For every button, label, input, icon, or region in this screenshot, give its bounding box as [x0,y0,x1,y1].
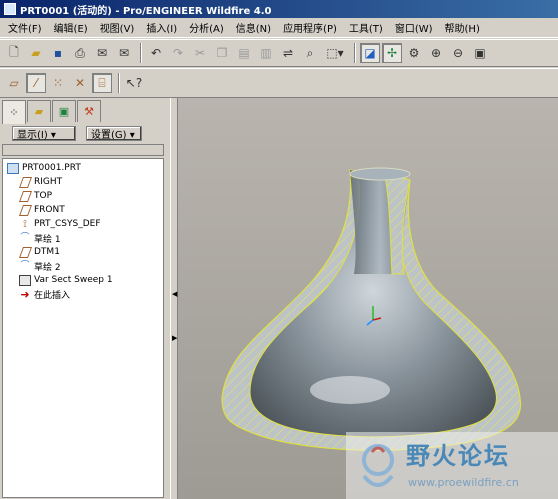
tree-item-dtm1[interactable]: DTM1 [3,245,163,259]
datum-plane-icon [18,204,33,216]
new-file-icon[interactable]: 🗋 [4,43,24,63]
tree-item-label: 草绘 1 [34,234,61,245]
tree-options: 显示(I) ▾ 设置(G) ▾ [4,126,166,142]
menu-help[interactable]: 帮助(H) [439,20,486,35]
paste-icon[interactable]: ▤ [234,43,254,63]
csys-icon: ⟟ [23,218,27,230]
watermark-title: 野火论坛 [406,442,510,470]
tree-item-label: TOP [34,191,53,201]
toolbar-separator [140,43,142,63]
tree-item-csys[interactable]: ⟟ PRT_CSYS_DEF [3,217,163,231]
datum-plane-icon [18,246,33,258]
open-folder-icon[interactable]: ▰ [26,43,46,63]
datum-plane-icon [18,190,33,202]
navigator-tabs: ⁘ ▰ ▣ ⚒ [2,100,102,124]
regenerate-icon[interactable]: ⇌ [278,43,298,63]
zoom-in-icon[interactable]: ⊕ [426,43,446,63]
window-title: PRT0001 (活动的) - Pro/ENGINEER Wildfire 4.… [20,5,272,17]
datum-toolbar: ▱ ⁄ ⁙ ✕ ⌸ ↖? [0,68,558,98]
datum-points-icon[interactable]: ⁙ [48,73,68,93]
part-icon [7,162,19,174]
tree-item-label: PRT0001.PRT [22,163,81,173]
sketch-icon: ⌒ [20,260,30,271]
csys-icon[interactable]: ✕ [70,73,90,93]
print-icon[interactable]: ⎙ [70,43,90,63]
tree-item-front[interactable]: FRONT [3,203,163,217]
tree-item-label: RIGHT [34,177,63,187]
tree-item-label: 草绘 2 [34,262,61,273]
context-help-icon[interactable]: ↖? [124,73,144,93]
redo-icon[interactable]: ↷ [168,43,188,63]
datum-plane-icon [18,176,33,188]
tree-item-part[interactable]: PRT0001.PRT [3,161,163,175]
tree-item-top[interactable]: TOP [3,189,163,203]
model-tree: PRT0001.PRT RIGHT TOP FRONT ⟟ PRT_CSYS_D… [2,158,164,498]
model-tree-tab-icon[interactable]: ⁘ [2,100,26,124]
show-dropdown[interactable]: 显示(I) ▾ [12,126,76,141]
menu-window[interactable]: 窗口(W) [389,20,439,35]
undo-icon[interactable]: ↶ [146,43,166,63]
tree-item-sketch2[interactable]: ⌒ 草绘 2 [3,259,163,273]
panel-splitter[interactable]: ◀ ▶ [170,98,178,499]
send-mail-icon[interactable]: ✉ [92,43,112,63]
cut-icon[interactable]: ✂ [190,43,210,63]
zoom-out-icon[interactable]: ⊖ [448,43,468,63]
settings-dropdown[interactable]: 设置(G) ▾ [86,126,142,141]
folder-browser-tab-icon[interactable]: ▰ [27,100,51,122]
mail-icon[interactable]: ✉ [114,43,134,63]
tree-item-label: 在此插入 [34,290,71,301]
insert-here-icon: ➜ [20,287,30,301]
find-icon[interactable]: ⌕ [300,43,320,63]
menu-bar: 文件(F) 编辑(E) 视图(V) 插入(I) 分析(A) 信息(N) 应用程序… [0,18,558,38]
repaint-icon[interactable]: ◪ [360,43,380,63]
menu-applications[interactable]: 应用程序(P) [277,20,343,35]
tree-filter-strip [2,144,164,156]
menu-insert[interactable]: 插入(I) [140,20,183,35]
toolbar-separator [354,43,356,63]
menu-view[interactable]: 视图(V) [94,20,141,35]
title-bar: PRT0001 (活动的) - Pro/ENGINEER Wildfire 4.… [0,0,558,18]
paste-special-icon[interactable]: ▥ [256,43,276,63]
datum-planes-icon[interactable]: ▱ [4,73,24,93]
tree-item-right[interactable]: RIGHT [3,175,163,189]
tree-item-sketch1[interactable]: ⌒ 草绘 1 [3,231,163,245]
connections-tab-icon[interactable]: ⚒ [77,100,101,122]
annotation-icon[interactable]: ⌸ [92,73,112,93]
main-toolbar: 🗋 ▰ ▪ ⎙ ✉ ✉ ↶ ↷ ✂ ❐ ▤ ▥ ⇌ ⌕ ⬚▾ ◪ ✢ ⚙ ⊕ ⊖… [0,39,558,67]
save-icon[interactable]: ▪ [48,43,68,63]
forum-watermark: 野火论坛 www.proewildfire.cn [346,432,558,499]
tree-item-label: FRONT [34,205,65,215]
specular-highlight [310,376,390,404]
app-icon [4,3,16,15]
forum-logo-icon [362,444,394,487]
copy-icon[interactable]: ❐ [212,43,232,63]
menu-analysis[interactable]: 分析(A) [183,20,230,35]
sketch-icon: ⌒ [20,232,30,243]
toolbar-separator [118,73,120,93]
menu-file[interactable]: 文件(F) [2,20,48,35]
tree-item-label: DTM1 [34,247,60,257]
watermark-url: www.proewildfire.cn [408,476,519,489]
menu-tools[interactable]: 工具(T) [343,20,389,35]
expand-arrow-icon[interactable]: ▶ [172,334,177,342]
tree-item-label: Var Sect Sweep 1 [34,275,113,285]
menu-info[interactable]: 信息(N) [230,20,277,35]
favorites-tab-icon[interactable]: ▣ [52,100,76,122]
navigator-panel: ⁘ ▰ ▣ ⚒ 显示(I) ▾ 设置(G) ▾ PRT0001.PRT RIGH… [0,98,170,499]
datum-axes-icon[interactable]: ⁄ [26,73,46,93]
tree-item-insert-here[interactable]: ➜ 在此插入 [3,287,163,301]
tree-item-sweep[interactable]: Var Sect Sweep 1 [3,273,163,287]
menu-edit[interactable]: 编辑(E) [48,20,94,35]
collapse-arrow-icon[interactable]: ◀ [172,290,177,298]
sweep-icon [19,274,31,286]
refit-icon[interactable]: ▣ [470,43,490,63]
orient-icon[interactable]: ⚙ [404,43,424,63]
spin-center-icon[interactable]: ✢ [382,43,402,63]
tree-item-label: PRT_CSYS_DEF [34,219,101,229]
selection-filter-icon[interactable]: ⬚▾ [322,43,348,63]
vase-rim [349,167,411,181]
